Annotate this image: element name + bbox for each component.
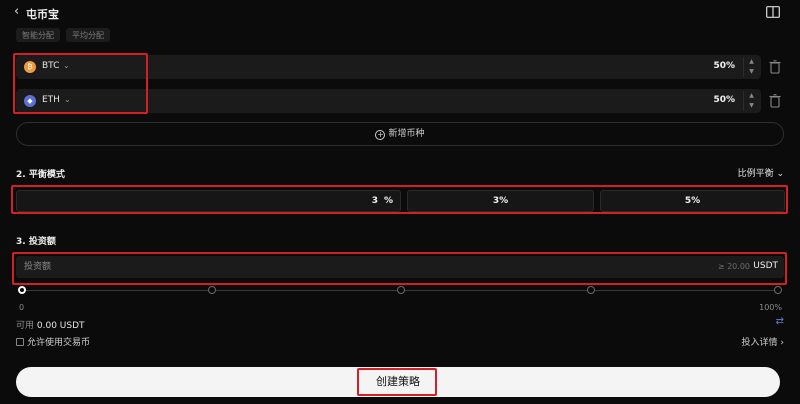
investment-detail-link[interactable]: 投入详情 › (742, 335, 784, 348)
create-strategy-button[interactable]: 创建策略 (16, 367, 780, 397)
slider-handle[interactable] (18, 286, 26, 294)
slider-label-max: 100% (759, 303, 782, 312)
plus-circle-icon: + (375, 130, 386, 140)
investment-min-hint: ≥ 20.00 (717, 262, 750, 271)
preset-balance-5[interactable]: 5% (600, 190, 785, 212)
chevron-down-icon[interactable]: ⌄ (64, 95, 71, 104)
trash-icon[interactable] (769, 94, 781, 108)
checkbox-icon[interactable] (16, 338, 24, 346)
balance-mode-value: 比例平衡 (737, 169, 774, 179)
chevron-down-icon: ⌄ (776, 169, 784, 179)
percent-stepper-btc[interactable]: ▲ ▼ (743, 57, 759, 77)
slider-stop-50[interactable] (397, 286, 405, 294)
book-icon[interactable] (766, 6, 780, 18)
coin-selector-eth[interactable]: ETH (42, 95, 60, 105)
investment-field: ≥ 20.00 USDT (16, 256, 784, 278)
coin-selector-btc[interactable]: BTC (42, 61, 59, 71)
investment-input[interactable] (24, 260, 624, 274)
coin-row-btc: ₿ BTC ⌄ 50% ▲ ▼ (16, 55, 761, 79)
chip-equal-allocation[interactable]: 平均分配 (66, 28, 110, 42)
custom-balance-input[interactable]: 3 % (16, 190, 401, 212)
btc-coin-icon: ₿ (24, 61, 36, 73)
preset-balance-3[interactable]: 3% (407, 190, 594, 212)
add-coin-label: 新增币种 (388, 129, 425, 139)
available-balance: 可用 0.00 USDT (16, 318, 85, 331)
slider-stop-100[interactable] (774, 286, 782, 294)
custom-balance-unit: % (383, 196, 393, 206)
slider-stop-25[interactable] (208, 286, 216, 294)
coin-percent-btc[interactable]: 50% (713, 61, 735, 71)
chip-smart-allocation[interactable]: 智能分配 (16, 28, 60, 42)
coin-percent-eth[interactable]: 50% (713, 95, 735, 105)
available-amount: 0.00 USDT (36, 321, 85, 331)
percent-stepper-eth[interactable]: ▲ ▼ (743, 91, 759, 111)
slider-stop-75[interactable] (587, 286, 595, 294)
header: ‹ 屯币宝 (0, 0, 800, 26)
custom-balance-value: 3 (371, 196, 378, 206)
eth-coin-icon: ◆ (24, 95, 36, 107)
allow-trading-coin-label: 允许使用交易币 (27, 338, 91, 348)
coin-row-eth: ◆ ETH ⌄ 50% ▲ ▼ (16, 89, 761, 113)
allocation-chips: 智能分配 平均分配 (16, 28, 110, 42)
page-title: 屯币宝 (26, 8, 59, 21)
balance-mode-select[interactable]: 比例平衡 ⌄ (738, 166, 784, 179)
slider-label-min: 0 (19, 303, 25, 312)
add-coin-button[interactable]: + 新增币种 (16, 122, 784, 146)
swap-icon[interactable]: ⇄ (776, 316, 784, 327)
allow-trading-coin-toggle[interactable]: 允许使用交易币 (16, 335, 90, 348)
trash-icon[interactable] (769, 60, 781, 74)
investment-unit: USDT (753, 261, 778, 271)
available-label: 可用 (16, 321, 35, 331)
investment-heading: 3. 投资额 (16, 237, 56, 247)
chevron-left-icon[interactable]: ‹ (14, 4, 19, 19)
balance-mode-heading: 2. 平衡模式 (16, 170, 65, 180)
chevron-down-icon[interactable]: ⌄ (63, 61, 70, 70)
